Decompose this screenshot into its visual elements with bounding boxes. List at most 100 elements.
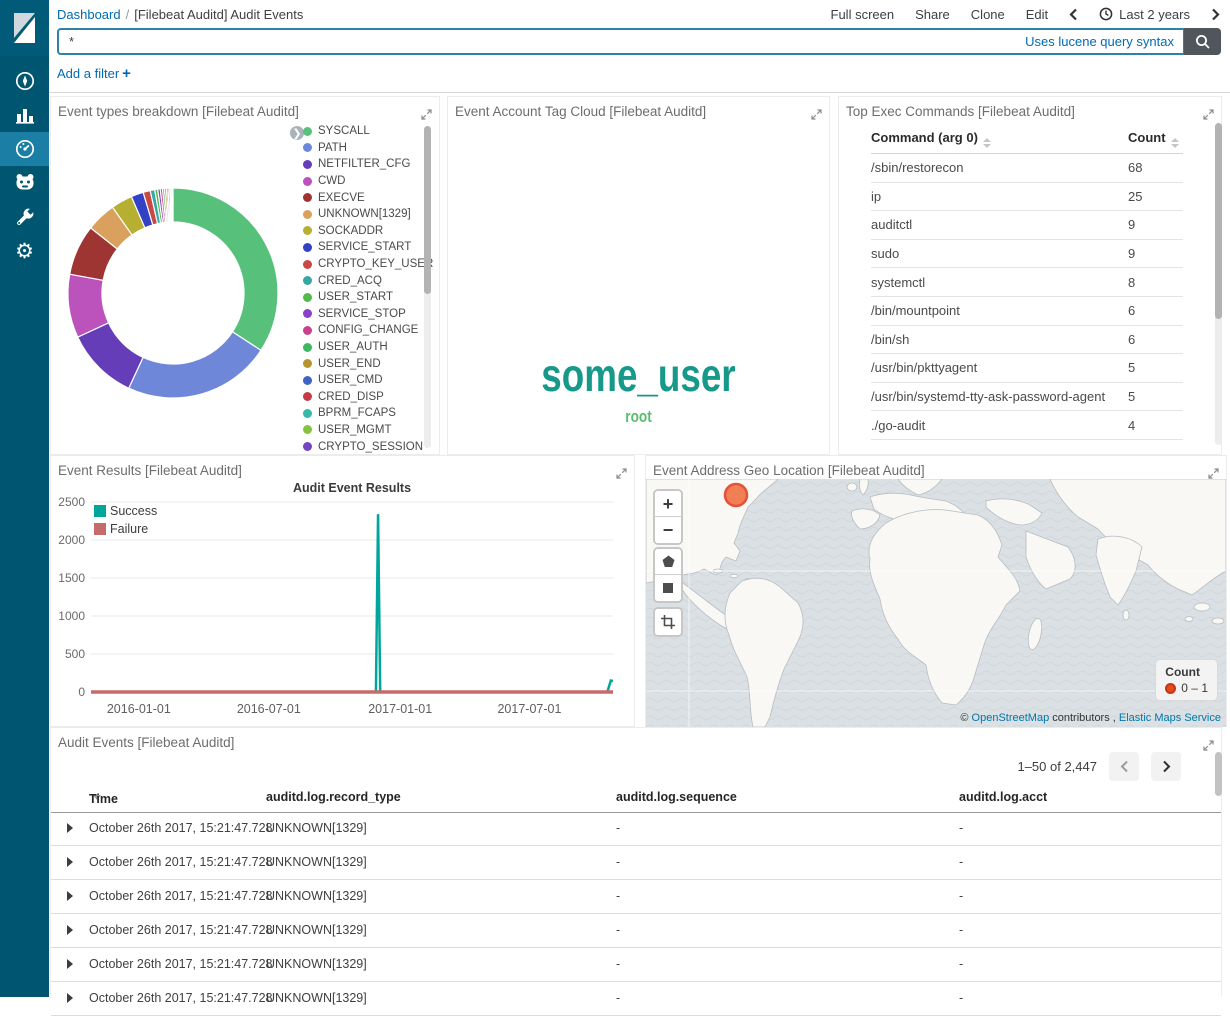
legend-item[interactable]: CRED_DISP (303, 389, 421, 406)
breadcrumb-dashboard-link[interactable]: Dashboard (57, 7, 121, 22)
panel-scrollbar-thumb[interactable] (1215, 752, 1222, 796)
chart-legend-swatch[interactable] (94, 505, 106, 517)
expand-row-caret-icon[interactable] (67, 891, 73, 901)
command-cell[interactable]: /usr/bin/systemd-tty-ask-password-agent (871, 389, 1128, 404)
zoom-out-button[interactable]: − (655, 517, 681, 543)
legend-item[interactable]: SERVICE_START (303, 239, 421, 256)
breadcrumb-current: [Filebeat Auditd] Audit Events (134, 7, 303, 22)
expand-row-caret-icon[interactable] (67, 993, 73, 1003)
column-header-acct[interactable]: auditd.log.acct (959, 790, 1047, 804)
chart-legend-swatch[interactable] (94, 523, 106, 535)
sidebar-item-visualize[interactable] (0, 98, 49, 132)
donut-slice-CRYPTO_SESSION[interactable] (172, 188, 173, 222)
query-value[interactable]: * (59, 34, 1025, 49)
add-filter-button[interactable]: Add a filter+ (57, 65, 131, 82)
kibana-logo-icon[interactable] (0, 0, 49, 56)
legend-item[interactable]: CONFIG_CHANGE (303, 322, 421, 339)
clone-button[interactable]: Clone (971, 7, 1005, 22)
legend-item[interactable]: CRED_ACQ (303, 272, 421, 289)
full-screen-button[interactable]: Full screen (831, 7, 895, 22)
expand-panel-icon[interactable] (1203, 738, 1214, 756)
legend-item[interactable]: SYSCALL (303, 123, 421, 140)
legend-item[interactable]: UNKNOWN[1329] (303, 206, 421, 223)
query-bar: * Uses lucene query syntax (57, 28, 1221, 55)
search-button[interactable] (1184, 28, 1221, 55)
draw-rectangle-button[interactable] (655, 575, 681, 601)
audit-event-results-chart[interactable]: Audit Event Results050010001500200025002… (56, 479, 631, 724)
geo-point-marker[interactable] (725, 484, 747, 506)
legend-item[interactable]: USER_END (303, 355, 421, 372)
table-scrollbar-thumb[interactable] (1215, 123, 1222, 319)
query-input[interactable]: * Uses lucene query syntax (57, 28, 1185, 55)
legend-item[interactable]: PATH (303, 140, 421, 157)
donut-slice-PATH[interactable] (129, 332, 261, 398)
command-cell[interactable]: /usr/bin/pkttyagent (871, 360, 1128, 375)
zoom-in-button[interactable]: + (655, 491, 681, 517)
draw-polygon-button[interactable] (655, 549, 681, 575)
legend-item[interactable]: CWD (303, 173, 421, 190)
sidebar-item-discover[interactable] (0, 64, 49, 98)
time-back-button[interactable] (1069, 8, 1078, 21)
expand-row-caret-icon[interactable] (67, 823, 73, 833)
command-cell[interactable]: auditctl (871, 217, 1128, 232)
time-picker-button[interactable]: Last 2 years (1099, 7, 1190, 22)
command-cell[interactable]: sudo (871, 246, 1128, 261)
openstreetmap-link[interactable]: OpenStreetMap (972, 712, 1050, 724)
sidebar-item-devtools[interactable] (0, 200, 49, 234)
lucene-syntax-link[interactable]: Uses lucene query syntax (1025, 34, 1183, 49)
command-cell[interactable]: /sbin/restorecon (871, 160, 1128, 175)
column-header-sequence[interactable]: auditd.log.sequence (616, 790, 737, 804)
legend-toggle-icon[interactable]: ❯ (290, 126, 304, 140)
sidebar-item-management[interactable]: ⚙ (0, 234, 49, 268)
command-cell[interactable]: ./go-audit (871, 418, 1128, 433)
legend-item[interactable]: SOCKADDR (303, 223, 421, 240)
legend-item[interactable]: NETFILTER_CFG (303, 156, 421, 173)
chart-legend-label[interactable]: Failure (110, 522, 148, 536)
expand-row-caret-icon[interactable] (67, 925, 73, 935)
sidebar-item-timelion[interactable] (0, 166, 49, 200)
donut-slice-SYSCALL[interactable] (173, 188, 278, 350)
expand-row-caret-icon[interactable] (67, 959, 73, 969)
count-cell: 4 (1128, 418, 1183, 433)
series-Success[interactable] (91, 514, 613, 692)
column-header-command[interactable]: Command (arg 0) (871, 130, 1128, 148)
column-header-time[interactable]: Time (89, 790, 101, 804)
legend-item[interactable]: USER_CMD (303, 372, 421, 389)
legend-item[interactable]: CRYPTO_KEY_USER (303, 256, 421, 273)
legend-item[interactable]: SERVICE_STOP (303, 306, 421, 323)
event-types-donut-chart[interactable] (62, 182, 284, 404)
column-header-record-type[interactable]: auditd.log.record_type (266, 790, 401, 804)
expand-panel-icon[interactable] (1203, 107, 1214, 125)
tag-word-root[interactable]: root (625, 408, 651, 425)
command-cell[interactable]: /bin/mountpoint (871, 303, 1128, 318)
chart-legend-label[interactable]: Success (110, 504, 157, 518)
legend-item[interactable]: EXECVE (303, 189, 421, 206)
next-page-button[interactable] (1151, 752, 1181, 781)
elastic-maps-service-link[interactable]: Elastic Maps Service (1119, 712, 1221, 724)
time-cell: October 26th 2017, 15:21:47.728 (89, 957, 272, 971)
column-header-count[interactable]: Count (1128, 130, 1183, 148)
count-dot-icon (1165, 683, 1176, 694)
edit-button[interactable]: Edit (1026, 7, 1048, 22)
sidebar-item-dashboard[interactable] (0, 132, 49, 166)
share-button[interactable]: Share (915, 7, 950, 22)
sort-icon (1171, 138, 1179, 148)
tag-word-some_user[interactable]: some_user (541, 352, 735, 398)
previous-page-button[interactable] (1109, 752, 1139, 781)
expand-panel-icon[interactable] (811, 107, 822, 125)
time-forward-button[interactable] (1211, 8, 1220, 21)
legend-item[interactable]: USER_AUTH (303, 339, 421, 356)
expand-panel-icon[interactable] (421, 107, 432, 125)
legend-scrollbar-thumb[interactable] (424, 126, 431, 294)
legend-item[interactable]: CRYPTO_SESSION (303, 438, 421, 455)
crop-button[interactable] (655, 609, 681, 635)
geo-map[interactable]: + − Count 0 – 1 © OpenStreetMap contribu… (646, 479, 1226, 727)
legend-item[interactable]: USER_MGMT (303, 422, 421, 439)
legend-item[interactable]: BPRM_FCAPS (303, 405, 421, 422)
command-cell[interactable]: ip (871, 189, 1128, 204)
command-cell[interactable]: systemctl (871, 275, 1128, 290)
legend-item[interactable]: USER_START (303, 289, 421, 306)
expand-row-caret-icon[interactable] (67, 857, 73, 867)
compass-icon (14, 70, 36, 92)
command-cell[interactable]: /bin/sh (871, 332, 1128, 347)
